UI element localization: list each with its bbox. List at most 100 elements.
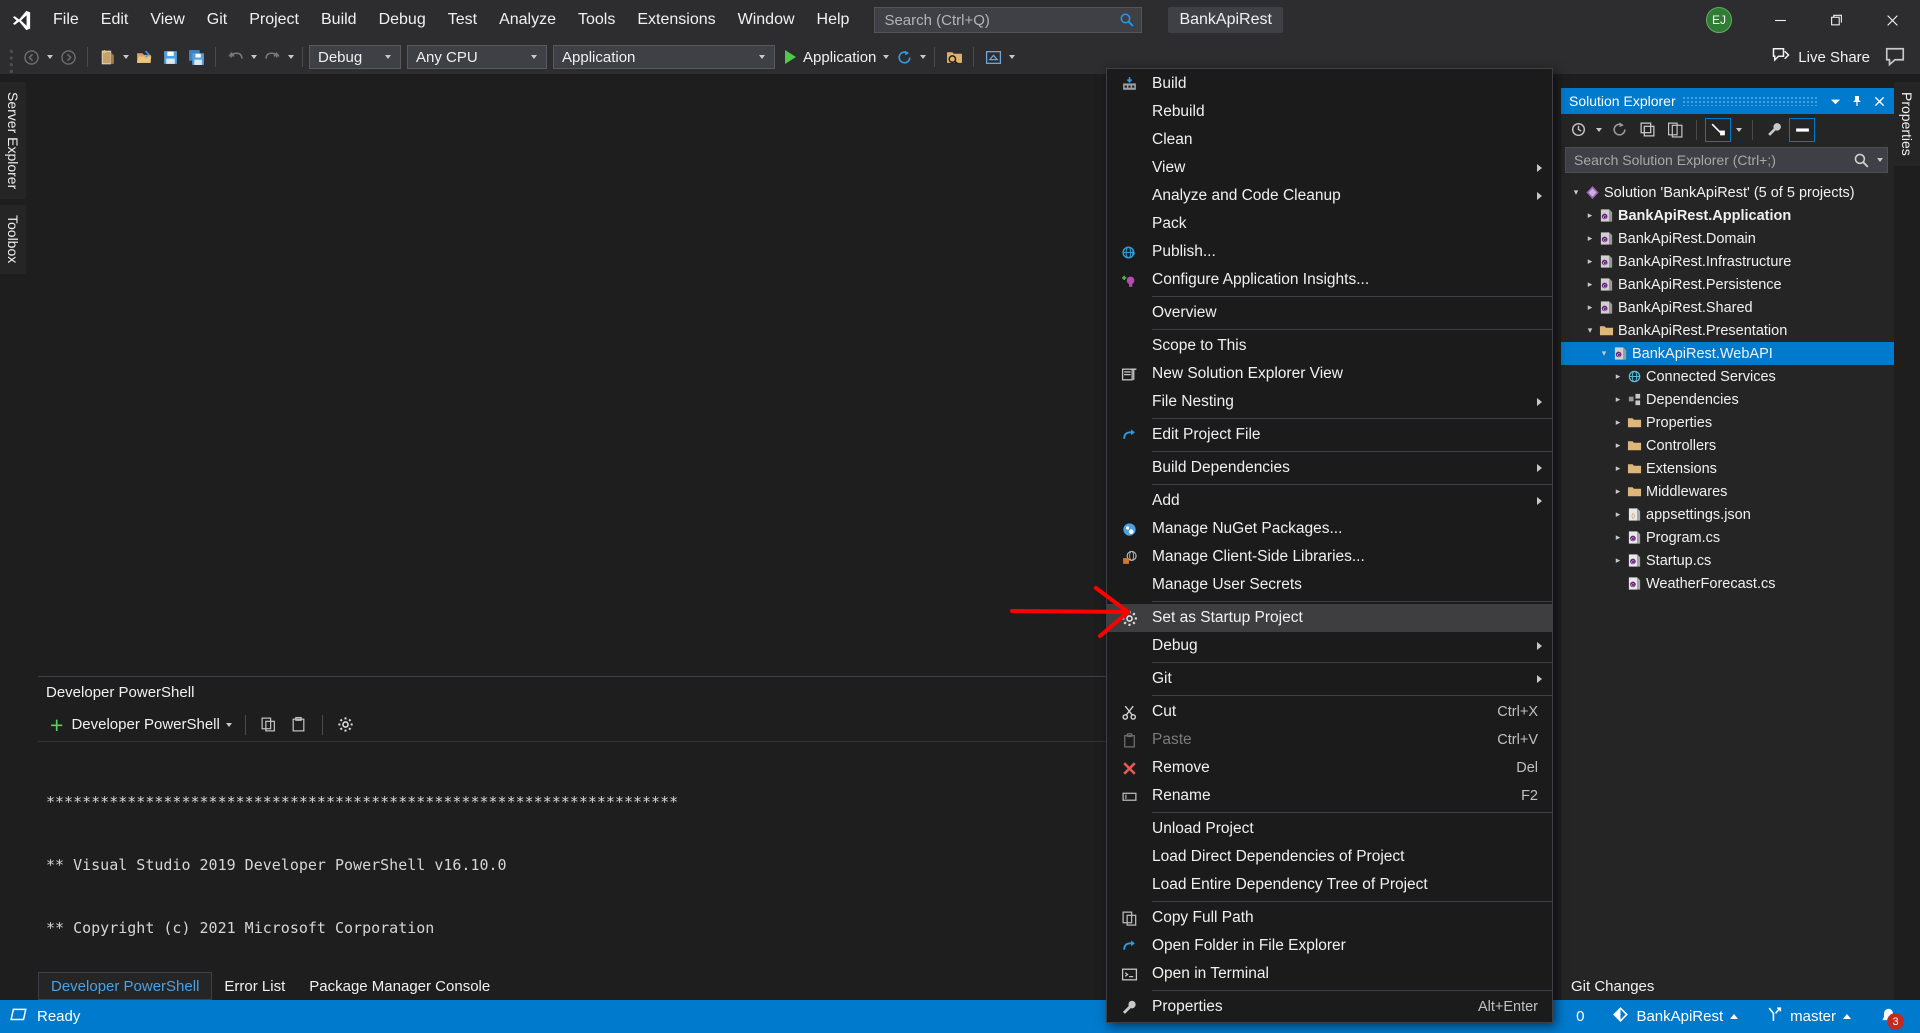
navigate-forward-icon[interactable] bbox=[55, 44, 81, 70]
search-input[interactable]: Search (Ctrl+Q) bbox=[874, 7, 1143, 33]
menu-item-scope-to-this[interactable]: Scope to This bbox=[1107, 332, 1552, 360]
tab-developer-powershell[interactable]: Developer PowerShell bbox=[38, 972, 213, 1000]
menu-item-manage-nuget-packages[interactable]: Manage NuGet Packages... bbox=[1107, 515, 1552, 543]
menu-item-file-nesting[interactable]: File Nesting bbox=[1107, 388, 1552, 416]
menu-item-overview[interactable]: Overview bbox=[1107, 299, 1552, 327]
tab-git-changes[interactable]: Git Changes bbox=[1561, 972, 1894, 1000]
tree-item-program-cs[interactable]: ▸ C Program.cs bbox=[1561, 526, 1894, 549]
chevron-right-icon[interactable]: ▸ bbox=[1583, 210, 1597, 221]
magnifier-icon[interactable] bbox=[1848, 148, 1874, 172]
tree-item-solution-bankapirest-5-of-5-projects[interactable]: ▾ Solution 'BankApiRest' (5 of 5 projects… bbox=[1561, 181, 1894, 204]
menu-item-load-direct-dependencies-of-project[interactable]: Load Direct Dependencies of Project bbox=[1107, 843, 1552, 871]
pin-icon[interactable] bbox=[1846, 90, 1868, 112]
chevron-right-icon[interactable]: ▸ bbox=[1611, 555, 1625, 566]
menu-file[interactable]: File bbox=[42, 0, 90, 40]
status-notifications[interactable]: 3 bbox=[1865, 1000, 1912, 1033]
sync-dropdown-icon[interactable] bbox=[1733, 118, 1744, 142]
tree-item-extensions[interactable]: ▸ Extensions bbox=[1561, 457, 1894, 480]
menu-project[interactable]: Project bbox=[238, 0, 310, 40]
tree-item-properties[interactable]: ▸ Properties bbox=[1561, 411, 1894, 434]
chevron-right-icon[interactable]: ▸ bbox=[1583, 302, 1597, 313]
chevron-right-icon[interactable]: ▸ bbox=[1611, 417, 1625, 428]
menu-item-view[interactable]: View bbox=[1107, 154, 1552, 182]
menu-item-publish[interactable]: Publish... bbox=[1107, 238, 1552, 266]
chevron-right-icon[interactable]: ▸ bbox=[1611, 509, 1625, 520]
redo-dropdown-icon[interactable] bbox=[285, 45, 296, 69]
menu-view[interactable]: View bbox=[139, 0, 195, 40]
tree-item-bankapirest-infrastructure[interactable]: ▸ C BankApiRest.Infrastructure bbox=[1561, 250, 1894, 273]
menu-window[interactable]: Window bbox=[727, 0, 806, 40]
restore-icon[interactable] bbox=[1808, 0, 1864, 40]
redo-icon[interactable] bbox=[259, 44, 285, 70]
plus-icon[interactable]: + bbox=[46, 713, 67, 736]
menu-item-rebuild[interactable]: Rebuild bbox=[1107, 98, 1552, 126]
refresh-icon[interactable] bbox=[1606, 118, 1632, 142]
navigate-back-icon[interactable] bbox=[18, 44, 44, 70]
startup-project-select[interactable]: Application bbox=[553, 45, 775, 69]
menu-item-load-entire-dependency-tree-of-project[interactable]: Load Entire Dependency Tree of Project bbox=[1107, 871, 1552, 899]
gear-icon[interactable] bbox=[333, 712, 359, 738]
caption-grip[interactable] bbox=[1681, 96, 1818, 106]
chevron-right-icon[interactable]: ▸ bbox=[1583, 233, 1597, 244]
tree-item-bankapirest-domain[interactable]: ▸ C BankApiRest.Domain bbox=[1561, 227, 1894, 250]
menu-item-debug[interactable]: Debug bbox=[1107, 632, 1552, 660]
hot-reload-icon[interactable] bbox=[891, 44, 917, 70]
menu-item-clean[interactable]: Clean bbox=[1107, 126, 1552, 154]
minimize-icon[interactable] bbox=[1752, 0, 1808, 40]
feedback-icon[interactable] bbox=[1884, 46, 1906, 68]
status-branch[interactable]: master bbox=[1752, 1000, 1865, 1033]
menu-item-set-as-startup-project[interactable]: Set as Startup Project bbox=[1107, 604, 1552, 632]
navigate-back-dropdown-icon[interactable] bbox=[44, 45, 55, 69]
menu-build[interactable]: Build bbox=[310, 0, 368, 40]
menu-extensions[interactable]: Extensions bbox=[626, 0, 726, 40]
close-icon[interactable] bbox=[1868, 90, 1890, 112]
tab-toolbox[interactable]: Toolbox bbox=[0, 205, 26, 274]
menu-edit[interactable]: Edit bbox=[90, 0, 140, 40]
solution-configuration-select[interactable]: Debug bbox=[309, 45, 401, 69]
menu-item-analyze-and-code-cleanup[interactable]: Analyze and Code Cleanup bbox=[1107, 182, 1552, 210]
tab-properties[interactable]: Properties bbox=[1894, 82, 1920, 166]
tree-item-weatherforecast-cs[interactable]: C WeatherForecast.cs bbox=[1561, 572, 1894, 595]
menu-item-git[interactable]: Git bbox=[1107, 665, 1552, 693]
solution-platform-select[interactable]: Any CPU bbox=[407, 45, 547, 69]
menu-item-remove[interactable]: Remove Del bbox=[1107, 754, 1552, 782]
open-file-icon[interactable] bbox=[131, 44, 157, 70]
chevron-right-icon[interactable]: ▸ bbox=[1611, 371, 1625, 382]
chevron-right-icon[interactable]: ▸ bbox=[1611, 394, 1625, 405]
solution-explorer-search-input[interactable]: Search Solution Explorer (Ctrl+;) bbox=[1565, 147, 1888, 173]
menu-item-pack[interactable]: Pack bbox=[1107, 210, 1552, 238]
menu-item-rename[interactable]: Rename F2 bbox=[1107, 782, 1552, 810]
chevron-down-icon[interactable]: ▾ bbox=[1569, 187, 1583, 198]
tab-error-list[interactable]: Error List bbox=[212, 972, 297, 1000]
tree-item-middlewares[interactable]: ▸ Middlewares bbox=[1561, 480, 1894, 503]
solution-name-chip[interactable]: BankApiRest bbox=[1168, 7, 1283, 33]
undo-dropdown-icon[interactable] bbox=[248, 45, 259, 69]
menu-item-build[interactable]: Build bbox=[1107, 70, 1552, 98]
shell-selector-dropdown-icon[interactable] bbox=[224, 713, 235, 737]
save-icon[interactable] bbox=[157, 44, 183, 70]
start-debugging-dropdown-icon[interactable] bbox=[880, 45, 891, 69]
menu-item-unload-project[interactable]: Unload Project bbox=[1107, 815, 1552, 843]
main-menu-bar[interactable]: File Edit View Git Project Build Debug T… bbox=[42, 0, 860, 40]
search-options-dropdown-icon[interactable] bbox=[1874, 148, 1885, 172]
menu-item-add[interactable]: Add bbox=[1107, 487, 1552, 515]
tree-item-bankapirest-application[interactable]: ▸ C BankApiRest.Application bbox=[1561, 204, 1894, 227]
project-context-menu[interactable]: Build Rebuild Clean View Analyze and Code Cl… bbox=[1106, 68, 1553, 1023]
tree-item-bankapirest-shared[interactable]: ▸ C BankApiRest.Shared bbox=[1561, 296, 1894, 319]
menu-item-open-in-terminal[interactable]: Open in Terminal bbox=[1107, 960, 1552, 988]
menu-item-manage-client-side-libraries[interactable]: Manage Client-Side Libraries... bbox=[1107, 543, 1552, 571]
close-icon[interactable] bbox=[1864, 0, 1920, 40]
chevron-right-icon[interactable]: ▸ bbox=[1611, 440, 1625, 451]
chevron-right-icon[interactable]: ▸ bbox=[1583, 256, 1597, 267]
chevron-down-icon[interactable]: ▾ bbox=[1583, 325, 1597, 336]
new-project-icon[interactable] bbox=[94, 44, 120, 70]
menu-item-manage-user-secrets[interactable]: Manage User Secrets bbox=[1107, 571, 1552, 599]
chevron-right-icon[interactable]: ▸ bbox=[1583, 279, 1597, 290]
toolbar-grip[interactable] bbox=[8, 48, 18, 73]
menu-item-copy-full-path[interactable]: Copy Full Path bbox=[1107, 904, 1552, 932]
paste-icon[interactable] bbox=[286, 712, 312, 738]
menu-debug[interactable]: Debug bbox=[368, 0, 437, 40]
hot-reload-dropdown-icon[interactable] bbox=[917, 45, 928, 69]
menu-item-cut[interactable]: Cut Ctrl+X bbox=[1107, 698, 1552, 726]
menu-item-configure-application-insights[interactable]: Configure Application Insights... bbox=[1107, 266, 1552, 294]
